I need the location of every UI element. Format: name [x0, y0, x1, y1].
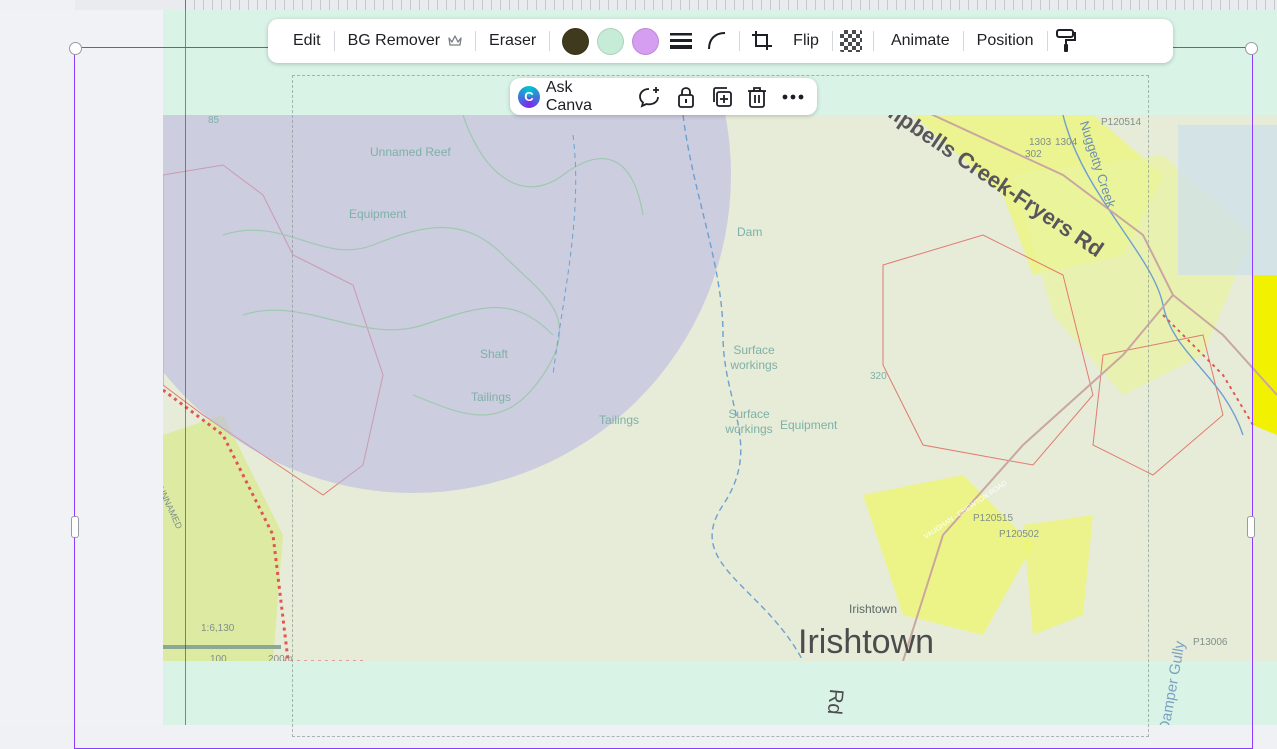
more-icon — [782, 94, 804, 99]
toolbar-divider — [739, 31, 741, 51]
eraser-button[interactable]: Eraser — [476, 19, 549, 63]
ask-canva-button[interactable]: C Ask Canva — [518, 79, 633, 115]
resize-handle-top-right[interactable] — [1245, 42, 1258, 55]
trash-icon — [748, 86, 767, 108]
color-swatch-2[interactable] — [597, 27, 625, 55]
crop-icon — [752, 31, 773, 50]
element-context-toolbar: C Ask Canva — [510, 78, 817, 115]
comment-button[interactable] — [633, 78, 669, 115]
resize-handle-top-left[interactable] — [69, 42, 82, 55]
map-scale-ratio: 1:6,130 — [201, 623, 235, 634]
ruler-ticks — [185, 0, 1277, 10]
comment-add-icon — [639, 86, 660, 108]
lock-button[interactable] — [668, 78, 704, 115]
position-button[interactable]: Position — [964, 19, 1047, 63]
corner-radius-icon — [708, 32, 726, 50]
map-scale-100: 100 — [210, 654, 227, 661]
ask-canva-label: Ask Canva — [545, 78, 593, 114]
image-toolbar: Edit BG Remover Eraser Flip Animate Posi… — [268, 19, 1173, 63]
more-button[interactable] — [775, 78, 811, 115]
guide-line — [185, 0, 186, 725]
toolbar-divider — [872, 31, 874, 51]
animate-button[interactable]: Animate — [878, 19, 963, 63]
transparency-icon — [839, 30, 862, 52]
map-scale-200m: 200m — [268, 654, 294, 661]
duplicate-icon — [712, 86, 732, 107]
line-weight-icon — [670, 33, 693, 49]
resize-handle-left[interactable] — [71, 516, 79, 538]
map-label-p13006: P13006 — [1193, 637, 1228, 648]
paint-roller-icon — [1055, 29, 1076, 52]
canva-logo-icon: C — [518, 85, 540, 108]
lock-icon — [678, 86, 694, 108]
color-swatch-1[interactable] — [562, 27, 590, 55]
map-label-85: 85 — [208, 115, 220, 126]
edit-button[interactable]: Edit — [280, 19, 334, 63]
bg-remover-button[interactable]: BG Remover — [335, 19, 475, 63]
copy-style-button[interactable] — [1048, 19, 1084, 63]
left-panel — [0, 10, 163, 725]
corner-radius-button[interactable] — [699, 19, 735, 63]
crop-button[interactable] — [744, 19, 780, 63]
flip-button[interactable]: Flip — [780, 19, 832, 63]
resize-handle-right[interactable] — [1247, 516, 1255, 538]
duplicate-button[interactable] — [704, 78, 740, 115]
bg-remover-label: BG Remover — [347, 32, 441, 49]
delete-button[interactable] — [740, 78, 776, 115]
element-bounding-box — [292, 75, 1149, 737]
toolbar-divider — [549, 31, 551, 51]
transparency-button[interactable] — [833, 19, 869, 63]
line-weight-button[interactable] — [663, 19, 699, 63]
color-swatch-3[interactable] — [632, 27, 660, 55]
crown-icon — [448, 35, 462, 46]
